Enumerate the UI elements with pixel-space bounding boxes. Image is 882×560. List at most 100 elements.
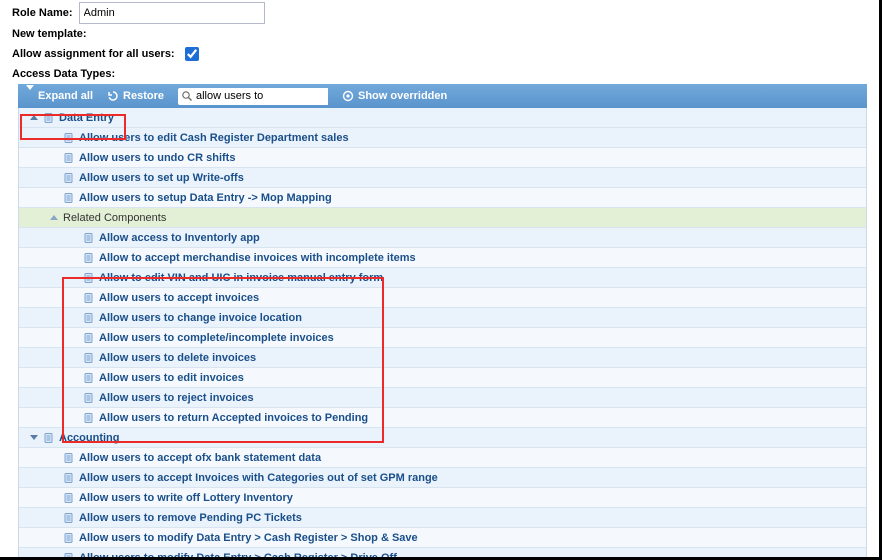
document-icon [83,252,95,264]
document-icon [63,532,75,544]
toggle-spacer [47,511,61,525]
document-icon [63,192,75,204]
tree-row[interactable]: Allow to accept merchandise invoices wit… [19,248,866,268]
tree-row[interactable]: Allow users to setup Data Entry -> Mop M… [19,188,866,208]
show-overridden-button[interactable]: Show overridden [342,90,447,102]
tree-row[interactable]: Allow users to delete invoices [19,348,866,368]
toggle-spacer [47,191,61,205]
tree-row[interactable]: Allow users to accept invoices [19,288,866,308]
document-icon [63,472,75,484]
tree-row[interactable]: Accounting [19,428,866,448]
toggle-spacer [67,311,81,325]
tree-row[interactable]: Related Components [19,208,866,228]
tree-row[interactable]: Allow users to complete/incomplete invoi… [19,328,866,348]
document-icon [63,512,75,524]
toggle-spacer [47,531,61,545]
tree-row-label: Allow users to reject invoices [99,392,254,404]
tree-row[interactable]: Allow users to change invoice location [19,308,866,328]
tree-row[interactable]: Allow users to reject invoices [19,388,866,408]
toggle-spacer [47,471,61,485]
tree-row[interactable]: Allow users to set up Write-offs [19,168,866,188]
document-icon [83,412,95,424]
tree-toolbar: Expand all Restore Show overridden [18,84,867,108]
toggle-spacer [67,331,81,345]
tree-row[interactable]: Allow users to edit Cash Register Depart… [19,128,866,148]
tree-row-label: Related Components [63,212,166,224]
search-input[interactable] [194,88,328,105]
document-icon [63,132,75,144]
toggle-spacer [67,291,81,305]
search-field[interactable] [178,88,328,105]
expand-all-button[interactable]: Expand all [26,90,93,102]
tree-row-label: Allow users to change invoice location [99,312,302,324]
document-icon [63,452,75,464]
tree-row-label: Allow users to edit invoices [99,372,244,384]
toggle-spacer [67,371,81,385]
permission-tree: Data Entry Allow users to edit Cash Regis… [18,108,867,560]
toggle-spacer [47,151,61,165]
toggle-down-icon[interactable] [27,431,41,445]
show-overridden-label: Show overridden [358,90,447,102]
restore-button[interactable]: Restore [107,90,164,102]
tree-row[interactable]: Data Entry [19,108,866,128]
tree-row[interactable]: Allow users to return Accepted invoices … [19,408,866,428]
tree-row-label: Allow users to set up Write-offs [79,172,244,184]
toggle-up-icon[interactable] [27,111,41,125]
expand-all-label: Expand all [38,90,93,102]
document-icon [83,292,95,304]
toggle-spacer [47,131,61,145]
toggle-spacer [47,451,61,465]
restore-icon [107,90,119,102]
show-overridden-icon [342,90,354,102]
document-icon [83,392,95,404]
document-icon [83,272,95,284]
expand-all-icon [26,90,34,102]
tree-row[interactable]: Allow users to accept ofx bank statement… [19,448,866,468]
tree-row-label: Allow users to delete invoices [99,352,256,364]
tree-row-label: Allow users to return Accepted invoices … [99,412,368,424]
tree-row[interactable]: Allow access to Inventorly app [19,228,866,248]
tree-row-label: Allow users to edit Cash Register Depart… [79,132,349,144]
role-name-label: Role Name: [12,7,73,19]
tree-row-label: Allow to edit VIN and UIC in invoice man… [99,272,383,284]
tree-row[interactable]: Allow users to modify Data Entry > Cash … [19,548,866,560]
toggle-spacer [67,251,81,265]
document-icon [63,552,75,560]
document-icon [83,232,95,244]
tree-row[interactable]: Allow users to remove Pending PC Tickets [19,508,866,528]
document-icon [43,112,55,124]
tree-row[interactable]: Allow users to undo CR shifts [19,148,866,168]
tree-row-label: Allow to accept merchandise invoices wit… [99,252,416,264]
document-icon [63,492,75,504]
document-icon [63,152,75,164]
document-icon [43,432,55,444]
tree-row[interactable]: Allow users to modify Data Entry > Cash … [19,528,866,548]
tree-row[interactable]: Allow to edit VIN and UIC in invoice man… [19,268,866,288]
tree-row-label: Allow users to complete/incomplete invoi… [99,332,334,344]
toggle-spacer [67,351,81,365]
toggle-spacer [67,271,81,285]
tree-row-label: Allow users to remove Pending PC Tickets [79,512,302,524]
document-icon [83,312,95,324]
toggle-spacer [47,171,61,185]
tree-row-label: Allow users to modify Data Entry > Cash … [79,552,397,560]
tree-row[interactable]: Allow users to edit invoices [19,368,866,388]
tree-row-label: Accounting [59,432,120,444]
allow-all-checkbox[interactable] [185,47,199,61]
restore-label: Restore [123,90,164,102]
tree-row-label: Data Entry [59,112,114,124]
document-icon [83,352,95,364]
tree-row[interactable]: Allow users to write off Lottery Invento… [19,488,866,508]
tree-row-label: Allow users to accept invoices [99,292,259,304]
document-icon [83,332,95,344]
tree-row-label: Allow users to setup Data Entry -> Mop M… [79,192,332,204]
tree-row-label: Allow access to Inventorly app [99,232,260,244]
tree-row[interactable]: Allow users to accept Invoices with Cate… [19,468,866,488]
toggle-up-plain-icon[interactable] [47,211,61,225]
role-name-input[interactable] [79,2,265,24]
document-icon [83,372,95,384]
tree-row-label: Allow users to modify Data Entry > Cash … [79,532,418,544]
tree-row-label: Allow users to accept ofx bank statement… [79,452,321,464]
new-template-label: New template: [12,28,87,40]
tree-row-label: Allow users to write off Lottery Invento… [79,492,293,504]
